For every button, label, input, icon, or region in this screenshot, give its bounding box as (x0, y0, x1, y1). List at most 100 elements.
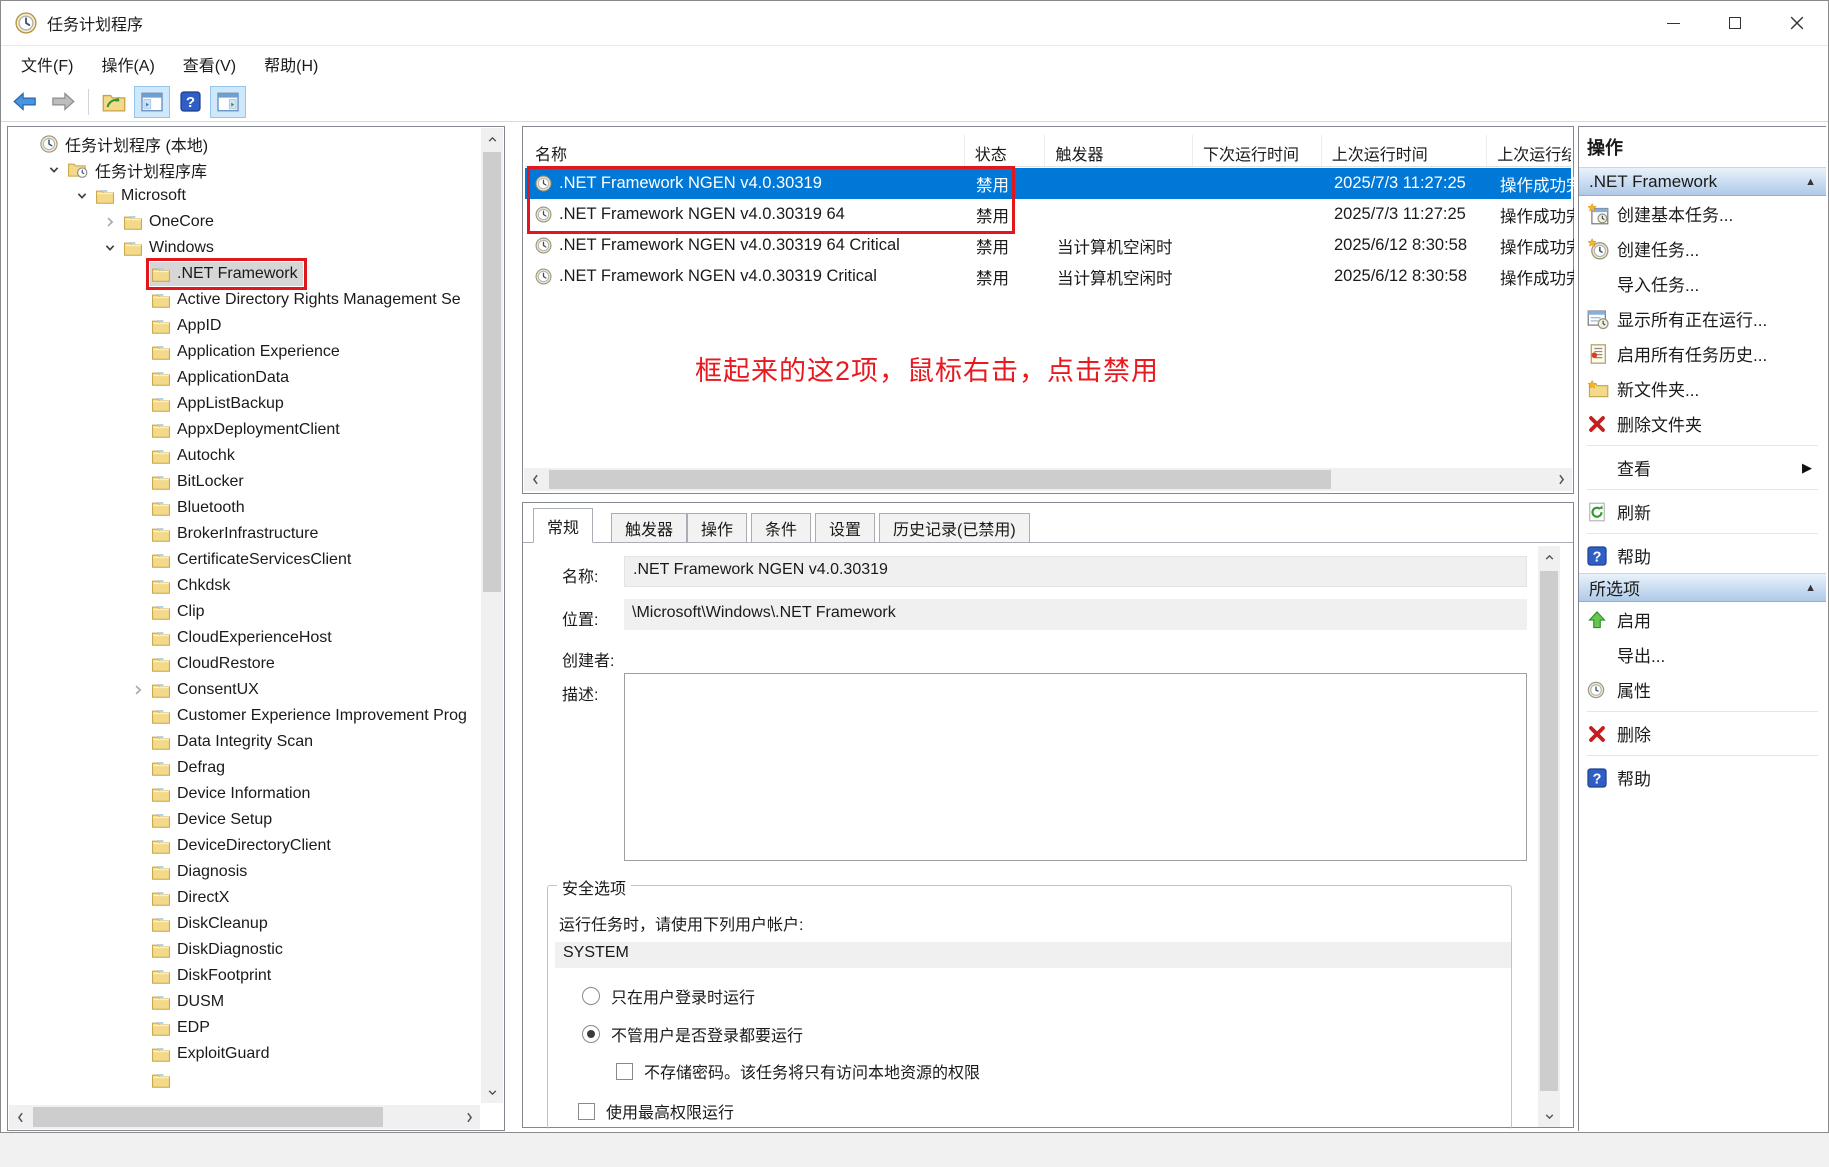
tree-item[interactable]: DiskCleanup (10, 911, 480, 937)
column-header-next-run[interactable]: 下次运行时间 (1193, 135, 1322, 166)
task-hscroll-thumb[interactable] (549, 470, 1331, 489)
action-item[interactable]: 启用所有任务历史... (1579, 336, 1826, 371)
task-list-horizontal-scrollbar[interactable] (524, 468, 1572, 491)
action-item[interactable]: 查看▶ (1579, 450, 1826, 485)
checkbox-icon[interactable] (578, 1103, 595, 1120)
checkbox-icon[interactable] (616, 1063, 633, 1080)
tree-vertical-scrollbar[interactable] (481, 128, 503, 1103)
tree-scroll-thumb[interactable] (483, 152, 501, 592)
tab-history[interactable]: 历史记录(已禁用) (879, 513, 1030, 543)
tree-item[interactable]: Microsoft (10, 183, 480, 209)
help-button[interactable]: ? (172, 86, 208, 118)
task-row[interactable]: .NET Framework NGEN v4.0.30319 64 Critic… (525, 230, 1571, 261)
tree-item[interactable]: Windows (10, 235, 480, 261)
column-header-last-run[interactable]: 上次运行时间 (1322, 135, 1488, 166)
tree-item[interactable] (10, 1067, 480, 1093)
tree-item[interactable]: BrokerInfrastructure (10, 521, 480, 547)
checkbox-do-not-store-password[interactable]: 不存储密码。该任务将只有访问本地资源的权限 (616, 1059, 980, 1083)
chevron-down-icon[interactable] (70, 190, 94, 202)
tree-item[interactable]: ApplicationData (10, 365, 480, 391)
tree-item[interactable]: EDP (10, 1015, 480, 1041)
action-item[interactable]: ?帮助 (1579, 760, 1826, 795)
tab-triggers[interactable]: 触发器 (611, 513, 687, 543)
tree-item[interactable]: ExploitGuard (10, 1041, 480, 1067)
radio-icon[interactable] (582, 987, 600, 1005)
tree-item[interactable]: Device Setup (10, 807, 480, 833)
minimize-button[interactable] (1642, 1, 1704, 45)
tree-item[interactable]: Customer Experience Improvement Prog (10, 703, 480, 729)
radio-selected-icon[interactable] (582, 1025, 600, 1043)
tab-settings[interactable]: 设置 (815, 513, 875, 543)
tree-item[interactable]: DeviceDirectoryClient (10, 833, 480, 859)
back-button[interactable] (7, 86, 43, 118)
chevron-down-icon[interactable] (98, 242, 122, 254)
column-header-name[interactable]: 名称 (525, 135, 965, 166)
close-button[interactable] (1766, 1, 1828, 45)
menu-view[interactable]: 查看(V) (169, 46, 250, 82)
tree-item[interactable]: CertificateServicesClient (10, 547, 480, 573)
tree-item[interactable]: Clip (10, 599, 480, 625)
tree-item[interactable]: ConsentUX (10, 677, 480, 703)
forward-button[interactable] (45, 86, 81, 118)
tree-item[interactable]: Application Experience (10, 339, 480, 365)
tree-item[interactable]: DUSM (10, 989, 480, 1015)
menu-help[interactable]: 帮助(H) (250, 46, 332, 82)
tree-item[interactable]: CloudRestore (10, 651, 480, 677)
tree-item[interactable]: Autochk (10, 443, 480, 469)
details-scroll-down-button[interactable] (1538, 1105, 1560, 1127)
tree-item[interactable]: .NET Framework (10, 261, 480, 287)
maximize-button[interactable] (1704, 1, 1766, 45)
console-tree-toggle-button[interactable] (134, 86, 170, 118)
action-item[interactable]: ?帮助 (1579, 538, 1826, 573)
action-item[interactable]: 新文件夹... (1579, 371, 1826, 406)
tree-item[interactable]: OneCore (10, 209, 480, 235)
tree-item[interactable]: Defrag (10, 755, 480, 781)
task-row[interactable]: .NET Framework NGEN v4.0.30319禁用2025/7/3… (525, 168, 1571, 199)
action-item[interactable]: 启用 (1579, 602, 1826, 637)
radio-run-whether-logged-on-or-not[interactable]: 不管用户是否登录都要运行 (582, 1022, 803, 1046)
action-item[interactable]: 导入任务... (1579, 266, 1826, 301)
import-task-button[interactable] (96, 86, 132, 118)
tree-horizontal-scrollbar[interactable] (9, 1105, 480, 1129)
menu-file[interactable]: 文件(F) (7, 46, 87, 82)
tab-conditions[interactable]: 条件 (751, 513, 811, 543)
tab-actions[interactable]: 操作 (687, 513, 747, 543)
action-item[interactable]: 创建任务... (1579, 231, 1826, 266)
action-item[interactable]: 属性 (1579, 672, 1826, 707)
chevron-down-icon[interactable] (42, 164, 66, 176)
collapse-caret-icon[interactable]: ▲ (1805, 176, 1816, 188)
tree-item[interactable]: Active Directory Rights Management Se (10, 287, 480, 313)
tree-item[interactable]: Chkdsk (10, 573, 480, 599)
tree-item[interactable]: Device Information (10, 781, 480, 807)
tree-item[interactable]: Data Integrity Scan (10, 729, 480, 755)
chevron-right-icon[interactable] (126, 684, 150, 696)
details-scroll-thumb[interactable] (1540, 571, 1558, 1091)
action-pane-toggle-button[interactable] (210, 86, 246, 118)
tree-scroll-left-button[interactable] (9, 1105, 31, 1129)
action-item[interactable]: 创建基本任务... (1579, 196, 1826, 231)
column-header-triggers[interactable]: 触发器 (1045, 135, 1193, 166)
details-scroll-up-button[interactable] (1538, 546, 1560, 568)
tree-scroll-down-button[interactable] (481, 1081, 503, 1103)
action-item[interactable]: 导出... (1579, 637, 1826, 672)
task-row[interactable]: .NET Framework NGEN v4.0.30319 64禁用2025/… (525, 199, 1571, 230)
action-item[interactable]: 删除文件夹 (1579, 406, 1826, 441)
tree-item[interactable]: DiskDiagnostic (10, 937, 480, 963)
task-scroll-left-button[interactable] (524, 468, 546, 491)
tree-item[interactable]: AppxDeploymentClient (10, 417, 480, 443)
tree-item[interactable]: Diagnosis (10, 859, 480, 885)
chevron-right-icon[interactable] (98, 216, 122, 228)
menu-action[interactable]: 操作(A) (87, 46, 168, 82)
checkbox-run-highest-privileges[interactable]: 使用最高权限运行 (578, 1099, 734, 1123)
task-scroll-right-button[interactable] (1550, 468, 1572, 491)
tree-item[interactable]: AppID (10, 313, 480, 339)
description-box[interactable] (624, 673, 1527, 861)
tree-item[interactable]: CloudExperienceHost (10, 625, 480, 651)
action-item[interactable]: 刷新 (1579, 494, 1826, 529)
tree-item[interactable]: 任务计划程序 (本地) (10, 131, 480, 157)
tree-item[interactable]: 任务计划程序库 (10, 157, 480, 183)
details-vertical-scrollbar[interactable] (1538, 546, 1560, 1127)
radio-run-when-logged-on[interactable]: 只在用户登录时运行 (582, 984, 755, 1008)
tree-scroll-up-button[interactable] (481, 128, 503, 150)
tree-item[interactable]: DirectX (10, 885, 480, 911)
